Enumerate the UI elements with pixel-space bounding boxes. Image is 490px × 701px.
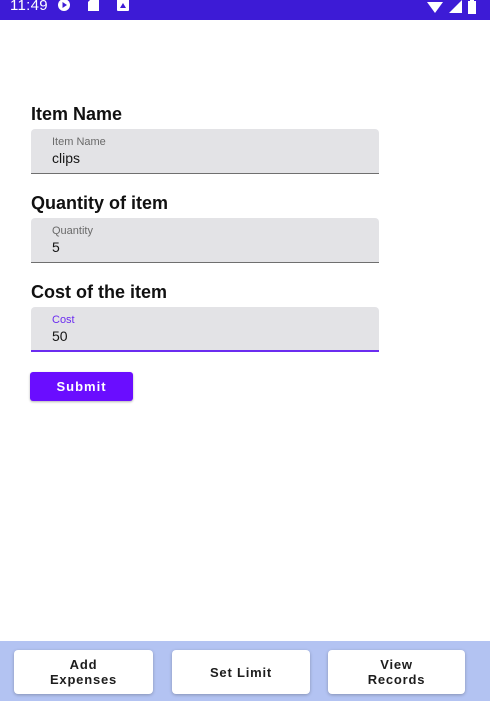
submit-button[interactable]: Submit xyxy=(30,372,133,401)
view-records-button[interactable]: View Records xyxy=(328,650,465,694)
cost-input[interactable] xyxy=(52,328,352,344)
set-limit-button[interactable]: Set Limit xyxy=(172,650,310,694)
quantity-heading: Quantity of item xyxy=(31,193,169,213)
play-icon xyxy=(57,0,70,11)
cost-field[interactable]: Cost xyxy=(31,307,379,352)
notification-icon xyxy=(116,0,129,11)
battery-icon xyxy=(468,0,476,14)
add-expenses-button[interactable]: Add Expenses xyxy=(14,650,153,694)
quantity-input[interactable] xyxy=(52,239,352,255)
quantity-field[interactable]: Quantity xyxy=(31,218,379,263)
cost-label: Cost xyxy=(52,314,75,326)
item-name-input[interactable] xyxy=(52,150,352,166)
cost-heading: Cost of the item xyxy=(31,282,168,302)
status-left: 11:49 xyxy=(10,0,129,20)
item-name-field[interactable]: Item Name xyxy=(31,129,379,174)
sd-card-icon xyxy=(87,0,99,11)
signal-icon xyxy=(449,0,462,13)
app-screen: 11:49 Item Name Item Name clips Quantity… xyxy=(0,0,490,701)
item-name-heading: Item Name xyxy=(31,104,123,124)
status-right xyxy=(427,0,476,17)
status-bar: 11:49 xyxy=(0,0,490,20)
status-time: 11:49 xyxy=(10,0,48,14)
item-name-label: Item Name xyxy=(52,136,106,148)
bottom-bar: Add Expenses Set Limit View Records xyxy=(0,641,490,701)
quantity-label: Quantity xyxy=(52,225,93,237)
wifi-icon xyxy=(427,2,443,13)
